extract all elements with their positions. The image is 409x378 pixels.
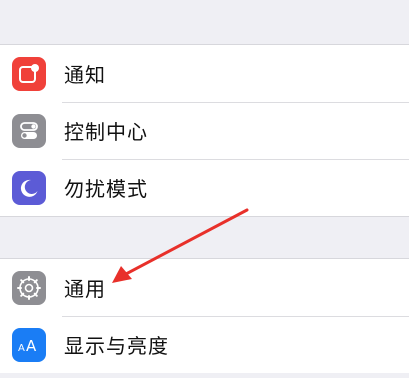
settings-row-notifications[interactable]: 通知 [0,45,409,102]
notifications-icon [12,56,46,91]
notifications-label: 通知 [64,63,106,87]
settings-group-2: 通用 A A 显示与亮度 [0,258,409,373]
general-label: 通用 [64,277,106,301]
settings-row-display-brightness[interactable]: A A 显示与亮度 [0,316,409,373]
display-brightness-icon: A A [12,327,46,362]
do-not-disturb-icon [12,170,46,205]
control-center-icon [12,113,46,148]
gear-icon [12,270,46,305]
control-center-label: 控制中心 [64,120,148,144]
section-spacer-middle [0,217,409,258]
display-brightness-label: 显示与亮度 [64,334,169,358]
svg-text:A: A [18,343,25,354]
svg-text:A: A [26,337,37,355]
settings-row-control-center[interactable]: 控制中心 [0,102,409,159]
settings-row-do-not-disturb[interactable]: 勿扰模式 [0,159,409,216]
settings-group-1: 通知 控制中心 勿扰模式 [0,44,409,217]
settings-row-general[interactable]: 通用 [0,259,409,316]
section-spacer-top [0,0,409,44]
do-not-disturb-label: 勿扰模式 [64,177,148,201]
